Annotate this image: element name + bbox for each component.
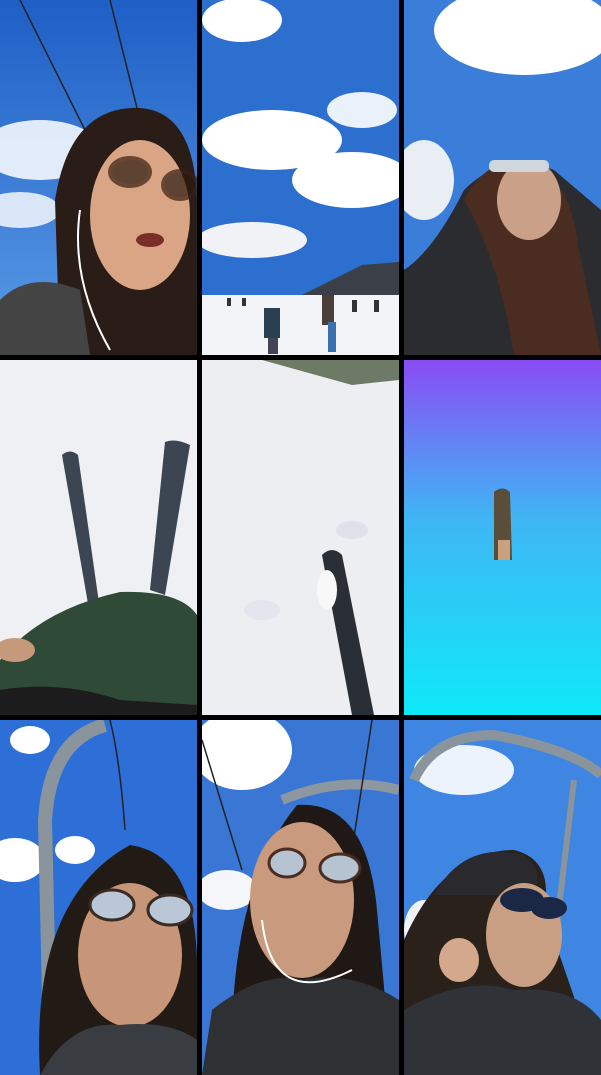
photo-tile-looking-up[interactable] [404,0,601,355]
photo-tile-gradient[interactable] [404,360,601,715]
photo-looking-up [404,0,601,355]
photo-gradient-figure [494,488,512,560]
photo-tile-blue-glasses[interactable] [0,720,197,1075]
photo-skis-pov [0,360,197,715]
photo-single-ski [202,360,399,715]
photo-selfie-glasses [0,0,197,355]
photo-ski-slope [202,0,399,355]
photo-tile-ski-slope[interactable] [202,0,399,355]
photo-tile-earbuds[interactable] [202,720,399,1075]
photo-tile-selfie-glasses[interactable] [0,0,197,355]
photo-tile-single-ski[interactable] [202,360,399,715]
photo-tile-beanie[interactable] [404,720,601,1075]
photo-tile-skis-pov[interactable] [0,360,197,715]
photo-beanie [404,720,601,1075]
photo-collage-grid [0,0,601,1075]
photo-blue-glasses [0,720,197,1075]
photo-earbuds [202,720,399,1075]
